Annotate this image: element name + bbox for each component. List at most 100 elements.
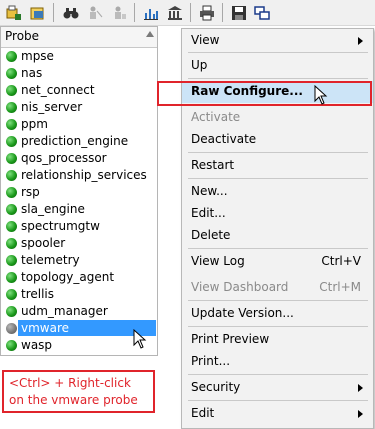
probe-label: relationship_services <box>21 168 147 182</box>
probe-config-icon[interactable] <box>3 3 25 22</box>
probe-column-title: Probe <box>5 29 40 43</box>
menu-item-view[interactable]: View <box>182 30 373 52</box>
instruction-callout: <Ctrl> + Right-click on the vmware probe <box>2 370 155 413</box>
status-indicator-icon <box>6 323 17 334</box>
menu-item-edit[interactable]: Edit <box>182 403 373 425</box>
menu-item-label: View Log <box>191 254 245 268</box>
probe-label: net_connect <box>21 83 95 97</box>
probe-item-udm-manager[interactable]: udm_manager <box>1 303 157 320</box>
probe-item-spooler[interactable]: spooler <box>1 235 157 252</box>
menu-item-update-version[interactable]: Update Version... <box>182 303 373 325</box>
raw-configure-highlight-box <box>157 81 372 106</box>
menu-item-label: Print... <box>191 354 231 368</box>
probe-item-sla-engine[interactable]: sla_engine <box>1 201 157 218</box>
probe-item-trellis[interactable]: trellis <box>1 286 157 303</box>
probe-item-mpse[interactable]: mpse <box>1 48 157 65</box>
submenu-arrow-icon <box>358 410 363 418</box>
probe-item-rsp[interactable]: rsp <box>1 184 157 201</box>
status-indicator-icon <box>6 204 17 215</box>
probe-label: nas <box>21 66 43 80</box>
mouse-cursor-icon <box>314 85 328 105</box>
menu-item-view-log[interactable]: View Log Ctrl+V <box>182 251 373 273</box>
menu-item-label: View Dashboard <box>191 280 289 294</box>
folder-config-icon[interactable] <box>27 3 49 22</box>
menu-item-new[interactable]: New... <box>182 181 373 203</box>
binoculars-icon[interactable] <box>60 3 82 22</box>
probe-item-net-connect[interactable]: net_connect <box>1 82 157 99</box>
toolbar-separator <box>190 3 191 22</box>
menu-item-security[interactable]: Security <box>182 377 373 399</box>
probe-label: qos_processor <box>21 151 107 165</box>
probe-label: telemetry <box>21 253 80 267</box>
instruction-text: <Ctrl> + Right-click on the vmware probe <box>9 376 138 407</box>
status-indicator-icon <box>6 68 17 79</box>
printer-icon[interactable] <box>196 3 218 22</box>
bar-chart-icon[interactable] <box>140 3 162 22</box>
status-indicator-icon <box>6 255 17 266</box>
menu-item-label: Edit... <box>191 206 226 220</box>
menu-item-label: Update Version... <box>191 306 294 320</box>
probe-item-nas[interactable]: nas <box>1 65 157 82</box>
toolbar <box>0 0 375 26</box>
menu-item-print[interactable]: Print... <box>182 351 373 373</box>
probe-item-topology-agent[interactable]: topology_agent <box>1 269 157 286</box>
probe-item-ppm[interactable]: ppm <box>1 116 157 133</box>
toolbar-separator <box>134 3 135 22</box>
windows-icon[interactable] <box>251 3 273 22</box>
menu-item-label: Deactivate <box>191 132 257 146</box>
menu-item-label: New... <box>191 184 228 198</box>
probe-label: rsp <box>21 185 40 199</box>
probe-label: nis_server <box>21 100 83 114</box>
status-indicator-icon <box>6 85 17 96</box>
menu-item-label: Print Preview <box>191 332 270 346</box>
menu-separator <box>188 400 368 401</box>
building-icon[interactable] <box>164 3 186 22</box>
probe-item-relationship-services[interactable]: relationship_services <box>1 167 157 184</box>
menu-item-print-preview[interactable]: Print Preview <box>182 329 373 351</box>
menu-separator <box>188 326 368 327</box>
probe-item-prediction-engine[interactable]: prediction_engine <box>1 133 157 150</box>
probe-label: mpse <box>21 49 54 63</box>
probe-item-qos-processor[interactable]: qos_processor <box>1 150 157 167</box>
menu-item-label: Security <box>191 380 241 394</box>
menu-item-restart[interactable]: Restart <box>182 155 373 177</box>
status-indicator-icon <box>6 289 17 300</box>
probe-label: wasp <box>21 338 53 352</box>
person-config-icon[interactable] <box>108 3 130 22</box>
menu-item-label: Delete <box>191 228 231 242</box>
menu-item-up[interactable]: Up <box>182 55 373 77</box>
menu-item-label: Activate <box>191 110 241 124</box>
submenu-arrow-icon <box>358 384 363 392</box>
probe-panel: Probe mpse nas net_connect nis_serverppm pre… <box>0 26 158 356</box>
probe-label: trellis <box>21 287 55 301</box>
probe-label: sla_engine <box>21 202 85 216</box>
probe-label: spooler <box>21 236 66 250</box>
status-indicator-icon <box>6 102 17 113</box>
menu-item-delete[interactable]: Delete <box>182 225 373 247</box>
probe-item-telemetry[interactable]: telemetry <box>1 252 157 269</box>
probe-item-nis-server[interactable]: nis_server <box>1 99 157 116</box>
toolbar-separator <box>53 3 54 22</box>
status-indicator-icon <box>6 119 17 130</box>
probe-label: spectrumgtw <box>21 219 100 233</box>
menu-separator <box>188 374 368 375</box>
menu-separator <box>188 248 368 249</box>
menu-item-shortcut: Ctrl+V <box>321 254 361 268</box>
status-indicator-icon <box>6 153 17 164</box>
menu-item-edit[interactable]: Edit... <box>182 203 373 225</box>
probe-label: udm_manager <box>21 304 108 318</box>
menu-item-label: View <box>191 33 220 47</box>
menu-item-label: Edit <box>191 406 215 420</box>
menu-item-label: Restart <box>191 158 235 172</box>
status-indicator-icon <box>6 238 17 249</box>
menu-item-deactivate[interactable]: Deactivate <box>182 129 373 151</box>
probe-column-header[interactable]: Probe <box>1 27 157 48</box>
probe-label: topology_agent <box>21 270 115 284</box>
sort-ascending-icon <box>146 31 154 37</box>
status-indicator-icon <box>6 340 17 351</box>
probe-item-spectrumgtw[interactable]: spectrumgtw <box>1 218 157 235</box>
person-network-icon[interactable] <box>84 3 106 22</box>
save-icon[interactable] <box>228 3 250 22</box>
menu-item-activate[interactable]: Activate <box>182 107 373 129</box>
menu-item-view-dashboard[interactable]: View Dashboard Ctrl+M <box>182 277 373 299</box>
